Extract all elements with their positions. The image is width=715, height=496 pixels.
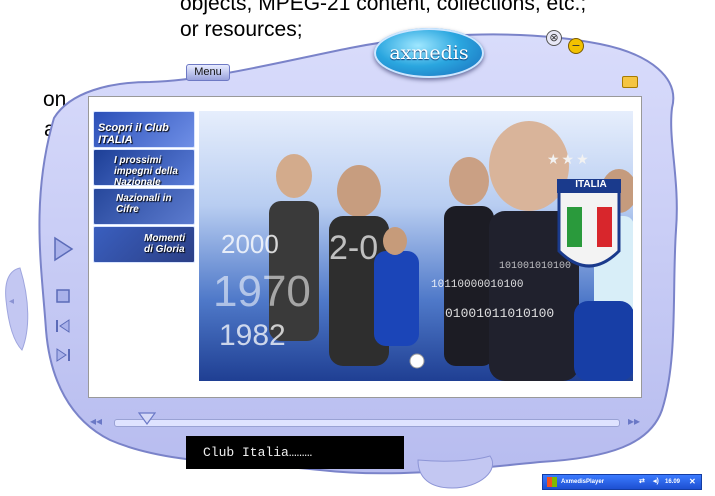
caption-display: Club Italia………: [186, 436, 404, 469]
stop-button[interactable]: [54, 287, 72, 305]
banner-binary-1: 10110000010100: [431, 279, 524, 291]
seek-handle[interactable]: [137, 412, 157, 431]
minimize-button[interactable]: −: [568, 38, 584, 54]
nav-button-scopri-club[interactable]: Scopri il Club ITALIA: [93, 111, 195, 148]
stars-icon: ★★★: [547, 151, 591, 167]
banner-number-2000: 2000: [221, 229, 279, 259]
badge-text: ITALIA: [575, 179, 607, 190]
logo-text: axmedis: [389, 42, 469, 64]
nav-button-label: Scopri il Club ITALIA: [98, 122, 169, 146]
seek-bar[interactable]: [114, 419, 620, 427]
next-button[interactable]: [54, 346, 72, 364]
banner-binary-3: 101001010100: [499, 261, 572, 272]
nav-button-prossimi-impegni[interactable]: I prossimi impegni della Nazionale: [93, 149, 195, 186]
nav-button-label: Momenti di Gloria: [144, 233, 186, 255]
banner-binary-2: 01001011010100: [445, 306, 555, 321]
windows-logo-icon: [547, 477, 557, 487]
left-side-arrow-icon: ◂: [9, 296, 15, 307]
menu-button[interactable]: Menu: [186, 64, 230, 81]
fast-forward-button[interactable]: ▸▸: [628, 414, 640, 428]
banner-score: 2-0: [329, 229, 379, 267]
volume-icon[interactable]: ◂): [653, 475, 659, 489]
taskbar-app-button[interactable]: AxmedisPlayer: [561, 475, 604, 489]
network-icon: ⇄: [639, 478, 645, 485]
nav-button-label: Nazionali in Cifre: [116, 193, 172, 215]
close-button[interactable]: ⊗: [546, 30, 562, 46]
play-button[interactable]: [52, 236, 74, 262]
banner-number-1970: 1970: [213, 267, 311, 316]
banner-number-1982: 1982: [219, 319, 286, 352]
taskbar-close-icon[interactable]: ✕: [689, 475, 696, 489]
rewind-button[interactable]: ◂◂: [90, 414, 102, 428]
previous-button[interactable]: [54, 317, 72, 335]
nav-button-label: I prossimi impegni della Nazionale: [114, 155, 178, 186]
content-screen: Scopri il Club ITALIA I prossimi impegni…: [88, 96, 642, 398]
nav-button-nazionali-cifre[interactable]: Nazionali in Cifre: [93, 188, 195, 225]
club-italia-banner-image: ITALIA ★★★ 2000 1970 1982 2-0 1011000001…: [199, 111, 633, 381]
open-folder-icon[interactable]: [622, 76, 638, 88]
shell-bottom-tab: [417, 455, 493, 489]
taskbar-clock: 16.09: [665, 479, 681, 485]
axmedis-logo: axmedis: [374, 28, 484, 78]
taskbar: AxmedisPlayer ⇄ ◂) 16.09 ✕: [542, 474, 702, 490]
nav-button-momenti-gloria[interactable]: Momenti di Gloria: [93, 226, 195, 263]
shell-left-tab: [5, 267, 29, 351]
